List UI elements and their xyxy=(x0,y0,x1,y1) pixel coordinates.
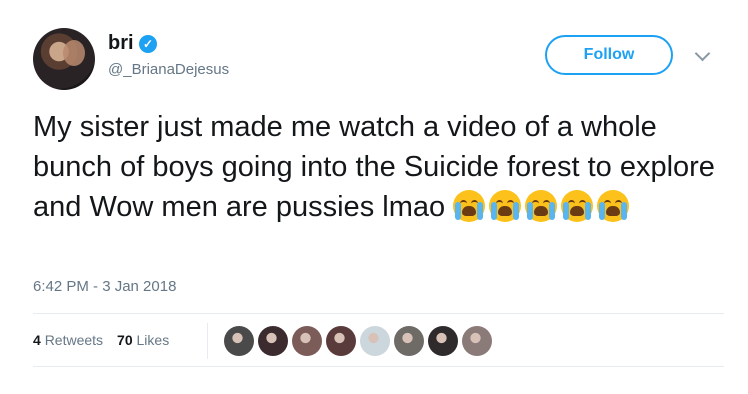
liker-avatar[interactable] xyxy=(462,326,492,356)
chevron-down-icon[interactable] xyxy=(694,45,711,62)
retweets-stat[interactable]: 4 Retweets xyxy=(33,332,103,348)
liker-avatar[interactable] xyxy=(360,326,390,356)
retweets-count: 4 xyxy=(33,332,41,348)
liker-avatar[interactable] xyxy=(224,326,254,356)
likes-stat[interactable]: 70 Likes xyxy=(117,332,169,348)
loudly-crying-face-emoji xyxy=(453,190,486,222)
verified-badge-icon: ✓ xyxy=(139,35,157,53)
emoji-group xyxy=(453,190,633,223)
tweet-timestamp[interactable]: 6:42 PM - 3 Jan 2018 xyxy=(33,278,176,295)
liker-avatar[interactable] xyxy=(394,326,424,356)
loudly-crying-face-emoji xyxy=(525,190,558,222)
liker-avatar[interactable] xyxy=(258,326,288,356)
liker-avatar[interactable] xyxy=(428,326,458,356)
liker-avatars xyxy=(224,326,492,356)
user-handle[interactable]: @_BrianaDejesus xyxy=(108,61,229,78)
likes-label: Likes xyxy=(136,332,170,348)
profile-avatar[interactable] xyxy=(33,28,95,90)
tweet-text: My sister just made me watch a video of … xyxy=(33,107,723,227)
loudly-crying-face-emoji xyxy=(489,190,522,222)
follow-button[interactable]: Follow xyxy=(545,35,673,75)
liker-avatar[interactable] xyxy=(326,326,356,356)
likes-count: 70 xyxy=(117,332,133,348)
loudly-crying-face-emoji xyxy=(561,190,594,222)
liker-avatar[interactable] xyxy=(292,326,322,356)
stats-separator xyxy=(207,323,208,359)
display-name[interactable]: bri xyxy=(108,32,134,55)
divider xyxy=(33,366,724,367)
retweets-label: Retweets xyxy=(44,332,104,348)
loudly-crying-face-emoji xyxy=(597,190,630,222)
engagement-stats: 4 Retweets 70 Likes xyxy=(33,332,169,348)
divider xyxy=(33,313,724,314)
